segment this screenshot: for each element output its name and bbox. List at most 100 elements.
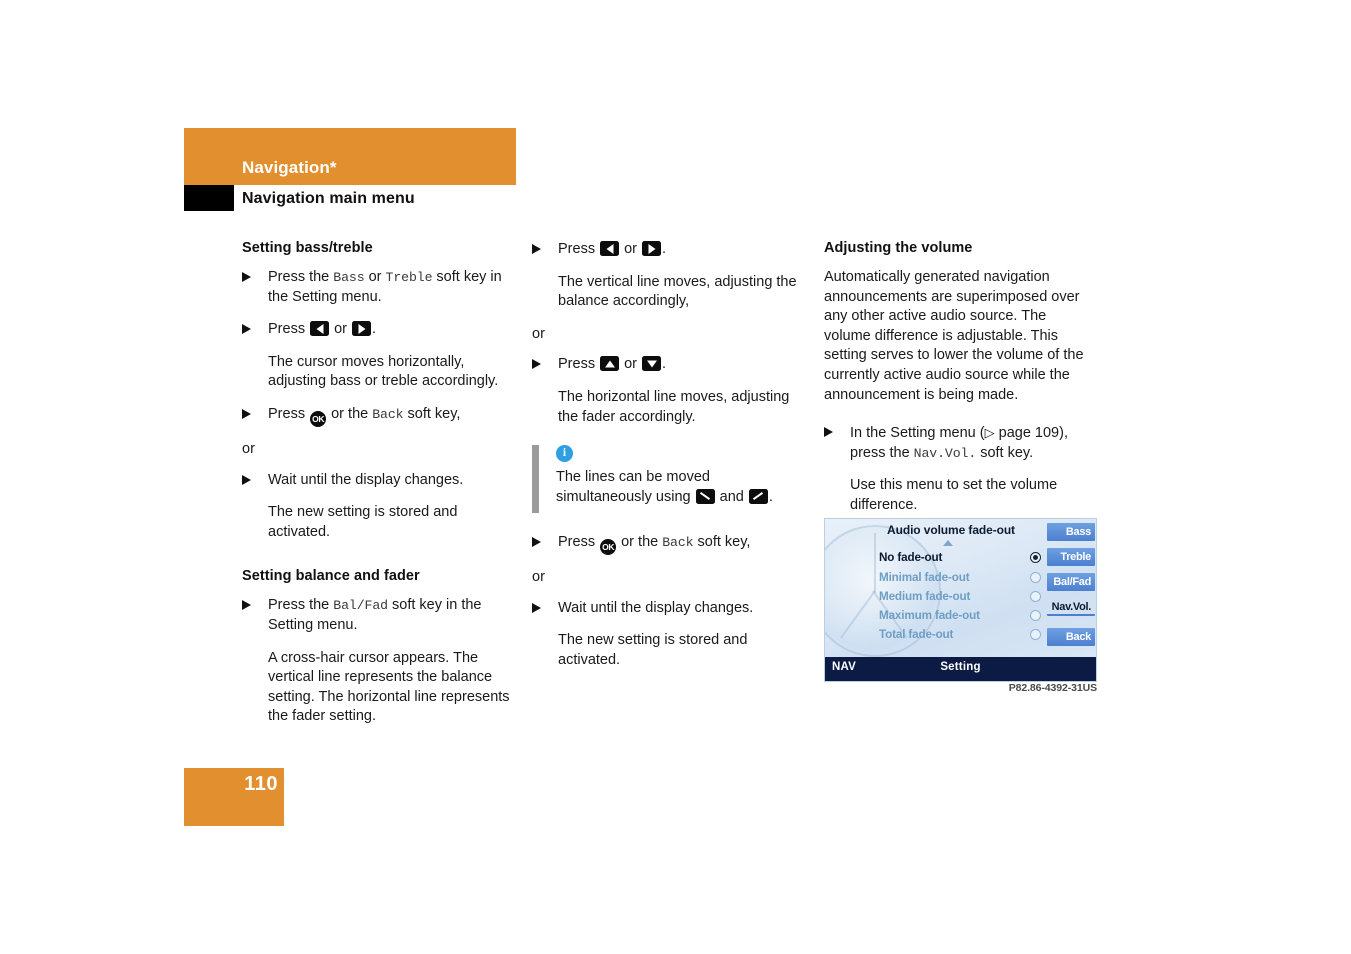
header-black-marker <box>184 185 234 211</box>
info-text-pre: The lines can be moved simultaneously us… <box>556 469 710 505</box>
result-use-menu-volume: Use this menu to set the volume differen… <box>850 477 1058 513</box>
info-box-side-bar <box>532 445 539 514</box>
step-text-mid: or <box>620 356 642 373</box>
step-press-left-right-balance: Press or . <box>532 240 804 260</box>
softkey-bass[interactable]: Bass <box>1047 523 1095 541</box>
step-text: Press the Bass or Treble soft key in the… <box>268 268 514 307</box>
scroll-up-caret-icon[interactable] <box>943 540 953 546</box>
result-cursor-moves-horizontally: The cursor moves horizontally, adjusting… <box>268 353 499 390</box>
diagonal-down-right-key-icon <box>695 488 715 504</box>
result-setting-stored-2: The new setting is stored and activated. <box>558 632 748 668</box>
step-text: Press or . <box>558 355 804 375</box>
step-text: In the Setting menu (▷ page 109), press … <box>850 423 1096 463</box>
header-accent-band <box>184 128 516 185</box>
arrow-right-key-icon <box>352 321 372 337</box>
step-text-pre: Press the <box>268 269 334 285</box>
arrow-left-key-icon <box>600 241 620 256</box>
alternative-or-label: or <box>242 440 255 457</box>
nav-option-row[interactable]: Medium fade-out <box>879 590 1044 603</box>
ok-key-icon: OK <box>310 410 327 427</box>
step-text-post: soft key, <box>693 534 751 551</box>
softkey-back[interactable]: Back <box>1047 628 1095 646</box>
step-text: Wait until the display changes. <box>558 599 754 616</box>
bullet-triangle-icon <box>242 408 251 419</box>
section-heading-balance-fader: Setting balance and fader <box>242 568 420 585</box>
nav-status-bar: NAV Setting <box>825 657 1096 681</box>
content-column-2: Press or . The vertical line moves, adju… <box>532 240 804 684</box>
bullet-triangle-icon <box>242 272 251 282</box>
step-text-pre: Press <box>268 321 310 338</box>
softkey-name-back: Back <box>372 406 404 422</box>
info-note-text: The lines can be moved simultaneously us… <box>556 468 804 507</box>
content-column-1: Setting bass/treble Press the Bass or Tr… <box>242 240 514 740</box>
step-text-pre: Press <box>558 534 600 551</box>
volume-intro-paragraph: Automatically generated navigation annou… <box>824 269 1084 403</box>
bullet-triangle-icon <box>242 474 251 485</box>
step-text-mid: or <box>330 321 352 338</box>
step-setting-menu-navvol: In the Setting menu (▷ page 109), press … <box>824 423 1096 463</box>
softkey-navvol-active[interactable]: Nav.Vol. <box>1047 598 1095 616</box>
bullet-triangle-icon <box>532 537 541 548</box>
softkey-treble[interactable]: Treble <box>1047 548 1095 566</box>
nav-option-row[interactable]: Maximum fade-out <box>879 609 1044 622</box>
softkey-name-treble: Treble <box>385 270 433 285</box>
step-text-pre: Press <box>558 241 600 257</box>
step-press-bass-treble-softkey: Press the Bass or Treble soft key in the… <box>242 268 514 307</box>
step-wait-for-display-2: Wait until the display changes. <box>532 599 804 619</box>
arrow-down-key-icon <box>642 356 662 372</box>
step-text-post: soft key. <box>976 444 1034 461</box>
info-text-post: . <box>768 488 773 505</box>
step-press-balfad-softkey: Press the Bal/Fad soft key in the Settin… <box>242 596 514 635</box>
step-press-left-right: Press or . <box>242 320 514 340</box>
step-wait-for-display: Wait until the display changes. <box>242 471 514 491</box>
step-text-pre: In the Setting menu ( <box>850 425 985 442</box>
bullet-triangle-icon <box>242 600 251 611</box>
radio-button[interactable] <box>1030 610 1041 621</box>
ok-key-icon: OK <box>600 539 617 556</box>
chapter-title: Navigation* <box>242 158 337 177</box>
cross-reference-arrow-icon: ▷ <box>984 425 995 441</box>
nav-screen-title: Audio volume fade-out <box>887 523 1015 537</box>
bullet-triangle-icon <box>242 324 251 335</box>
step-text-mid: or <box>364 269 386 285</box>
softkey-name-back: Back <box>662 535 694 551</box>
step-press-ok-or-back: Press OK or the Back soft key, <box>242 405 514 427</box>
radio-button[interactable] <box>1030 591 1041 602</box>
step-text: Press OK or the Back soft key, <box>268 405 514 427</box>
softkey-balfad[interactable]: Bal/Fad <box>1047 573 1095 591</box>
step-text-mid: or the <box>617 534 663 551</box>
info-text-mid: and <box>715 488 748 505</box>
step-text: Press the Bal/Fad soft key in the Settin… <box>268 596 514 635</box>
nav-option-row[interactable]: No fade-out <box>879 551 1044 564</box>
result-vertical-line-moves: The vertical line moves, adjusting the b… <box>558 273 797 310</box>
radio-button[interactable] <box>1030 572 1041 583</box>
info-icon: i <box>556 445 573 463</box>
info-note-box: i The lines can be moved simultaneously … <box>532 445 804 515</box>
page-number: 110 <box>244 773 278 795</box>
radio-button-selected[interactable] <box>1030 552 1041 563</box>
step-press-up-down-fader: Press or . <box>532 355 804 375</box>
nav-menu-label: Setting <box>940 661 981 673</box>
bullet-triangle-icon <box>532 602 541 613</box>
step-text-pre: Press the <box>268 597 334 614</box>
result-setting-stored: The new setting is stored and activated. <box>268 504 458 540</box>
step-text-post: . <box>372 321 377 338</box>
step-text-post: . <box>662 241 667 257</box>
alternative-or-label: or <box>532 569 545 586</box>
alternative-or-label: or <box>532 325 545 342</box>
radio-button[interactable] <box>1030 629 1041 640</box>
step-text-mid: or the <box>327 405 373 422</box>
diagonal-up-right-key-icon <box>748 488 768 504</box>
step-text: Press or . <box>558 240 804 260</box>
nav-option-row[interactable]: Total fade-out <box>879 628 1044 641</box>
figure-caption: P82.86-4392-31US <box>1008 682 1097 694</box>
page-title: Navigation main menu <box>242 190 415 207</box>
nav-option-row[interactable]: Minimal fade-out <box>879 571 1044 584</box>
step-text: Wait until the display changes. <box>268 471 464 488</box>
bullet-triangle-icon <box>532 359 541 370</box>
bullet-triangle-icon <box>824 427 833 438</box>
bullet-triangle-icon <box>532 244 541 254</box>
section-heading-bass-treble: Setting bass/treble <box>242 240 373 256</box>
softkey-name-navvol: Nav.Vol. <box>913 445 977 461</box>
softkey-name-balfad: Bal/Fad <box>333 598 388 614</box>
